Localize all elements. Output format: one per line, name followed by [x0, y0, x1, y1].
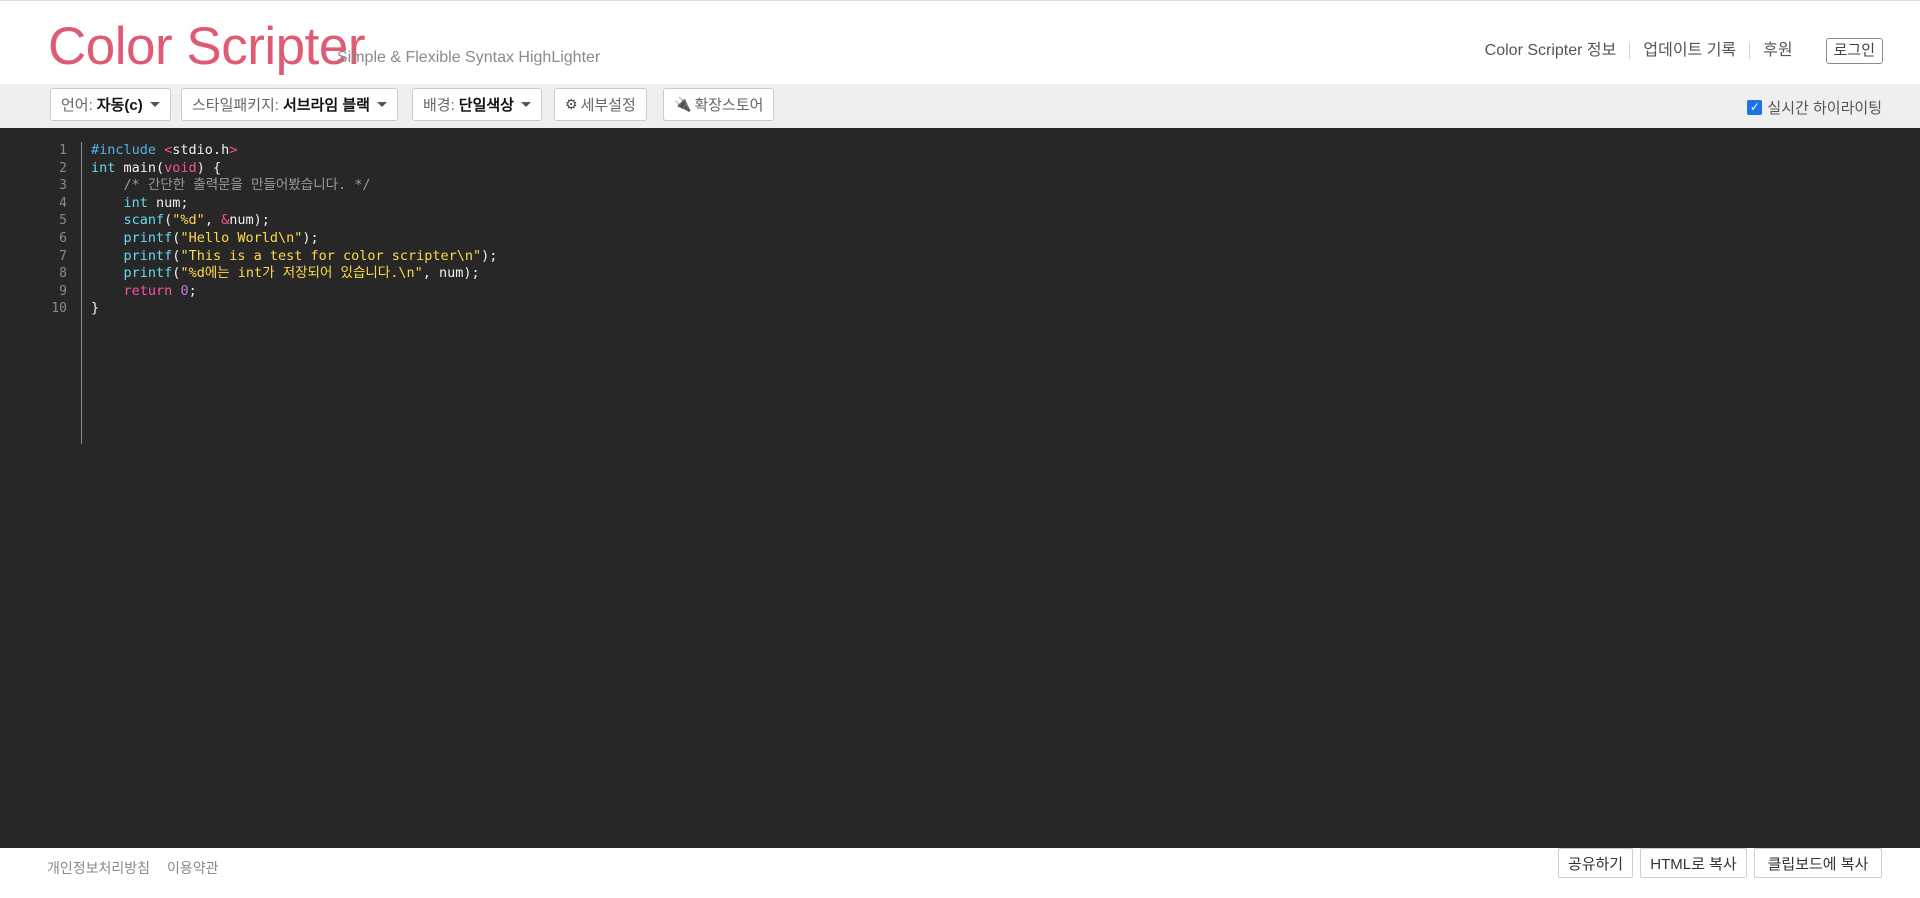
code-token: scanf — [123, 212, 165, 229]
code-token: printf — [123, 247, 173, 264]
logo[interactable]: Color Scripter — [48, 15, 365, 79]
code-token: stdio.h — [172, 142, 230, 158]
background-value: 단일색상 — [458, 97, 514, 114]
caret-down-icon — [149, 102, 160, 107]
code-token: "Hello World\n" — [180, 229, 303, 246]
code-line: return 0; — [91, 283, 497, 301]
extension-store-label: 확장스토어 — [694, 97, 764, 114]
code-token: printf — [123, 265, 173, 282]
code-token: num); — [229, 212, 270, 229]
code-line: printf("%d에는 int가 저장되어 있습니다.\n", num); — [91, 265, 497, 283]
caret-down-icon — [376, 102, 387, 107]
code-token: > — [229, 142, 238, 158]
realtime-highlight-toggle[interactable]: ✓ 실시간 하이라이팅 — [1747, 97, 1882, 118]
code-line: #include <stdio.h> — [91, 142, 497, 160]
nav-about[interactable]: Color Scripter 정보 — [1472, 43, 1630, 59]
nav-update-history[interactable]: 업데이트 기록 — [1629, 43, 1749, 59]
line-number-gutter: 1 2 3 4 5 6 7 8 9 10 — [0, 142, 82, 444]
code-token: } — [91, 300, 100, 317]
login-button[interactable]: 로그인 — [1825, 38, 1883, 64]
style-package-select[interactable]: 스타일패키지: 서브라임 블랙 — [181, 88, 398, 121]
code-line: printf("Hello World\n"); — [91, 230, 497, 248]
code-token: & — [221, 212, 230, 229]
code-token: #include — [91, 142, 165, 158]
line-number: 1 — [59, 143, 67, 158]
plug-icon: 🔌 — [674, 96, 692, 112]
code-line: int main(void) { — [91, 160, 497, 178]
code-token: "%d에는 int가 저장되어 있습니다.\n" — [180, 265, 423, 282]
extension-store-button[interactable]: 🔌 확장스토어 — [663, 88, 775, 121]
code-line: } — [91, 300, 497, 318]
language-label: 언어: — [61, 97, 93, 114]
language-value: 자동(c) — [96, 97, 143, 114]
toolbar: 언어: 자동(c) 스타일패키지: 서브라임 블랙 배경: 단일색상 ⚙ 세부설… — [0, 84, 1920, 128]
gear-icon: ⚙ — [565, 96, 578, 112]
line-number: 10 — [51, 301, 67, 317]
line-number: 5 — [59, 213, 67, 229]
top-nav: Color Scripter 정보 업데이트 기록 후원 로그인 — [1472, 38, 1883, 64]
code-token: /* 간단한 출력문을 만들어봤습니다. */ — [91, 177, 371, 194]
settings-label: 세부설정 — [580, 97, 636, 114]
code-token: num; — [147, 194, 189, 211]
code-token: 0 — [180, 282, 189, 299]
code-token: "%d" — [172, 212, 205, 229]
code-token: , num); — [422, 265, 480, 282]
copy-clipboard-button[interactable]: 클립보드에 복사 — [1754, 848, 1882, 878]
nav-donate[interactable]: 후원 — [1749, 43, 1805, 59]
code-token: int — [91, 159, 116, 176]
code-token: main( — [115, 159, 165, 176]
background-select[interactable]: 배경: 단일색상 — [412, 88, 542, 121]
checkbox-checked-icon[interactable]: ✓ — [1747, 100, 1763, 115]
code-editor[interactable]: 1 2 3 4 5 6 7 8 9 10 #include <stdio.h> int main(v… — [0, 128, 1920, 848]
background-label: 배경: — [423, 97, 455, 114]
copy-html-button[interactable]: HTML로 복사 — [1640, 848, 1747, 878]
code-area[interactable]: #include <stdio.h> int main(void) { /* 간단… — [91, 142, 497, 318]
code-line: int num; — [91, 195, 497, 213]
settings-button[interactable]: ⚙ 세부설정 — [554, 88, 647, 121]
line-number: 9 — [59, 283, 67, 299]
style-package-label: 스타일패키지: — [192, 97, 279, 114]
line-number: 3 — [59, 178, 67, 194]
line-number: 6 — [59, 230, 67, 246]
code-line: scanf("%d", &num); — [91, 212, 497, 230]
code-token: ; — [188, 282, 197, 299]
code-token: printf — [123, 229, 173, 246]
footer: 개인정보처리방침 이용약관 공유하기 HTML로 복사 클립보드에 복사 — [0, 848, 1920, 898]
tagline: Simple & Flexible Syntax HighLighter — [337, 49, 601, 66]
code-token: return — [123, 282, 173, 299]
header: Color Scripter Simple & Flexible Syntax … — [0, 0, 1920, 84]
privacy-policy-link[interactable]: 개인정보처리방침 — [47, 858, 150, 878]
line-number: 8 — [59, 266, 67, 282]
line-number: 4 — [59, 195, 67, 211]
code-line: printf("This is a test for color scripte… — [91, 247, 498, 266]
share-button[interactable]: 공유하기 — [1558, 848, 1633, 878]
code-token: , — [204, 212, 222, 229]
code-token: ); — [302, 229, 319, 246]
caret-down-icon — [520, 102, 531, 107]
realtime-highlight-label: 실시간 하이라이팅 — [1767, 100, 1882, 117]
style-package-value: 서브라임 블랙 — [282, 97, 370, 114]
code-token: "This is a test for color scripter\n" — [180, 247, 482, 264]
code-token: int — [123, 194, 148, 211]
code-line: /* 간단한 출력문을 만들어봤습니다. */ — [91, 177, 497, 195]
code-token: ) { — [196, 159, 222, 176]
code-token: ); — [481, 247, 498, 264]
terms-link[interactable]: 이용약관 — [167, 858, 219, 878]
language-select[interactable]: 언어: 자동(c) — [50, 88, 171, 121]
line-number: 2 — [59, 160, 67, 176]
code-token: void — [164, 159, 197, 176]
line-number: 7 — [59, 248, 67, 264]
